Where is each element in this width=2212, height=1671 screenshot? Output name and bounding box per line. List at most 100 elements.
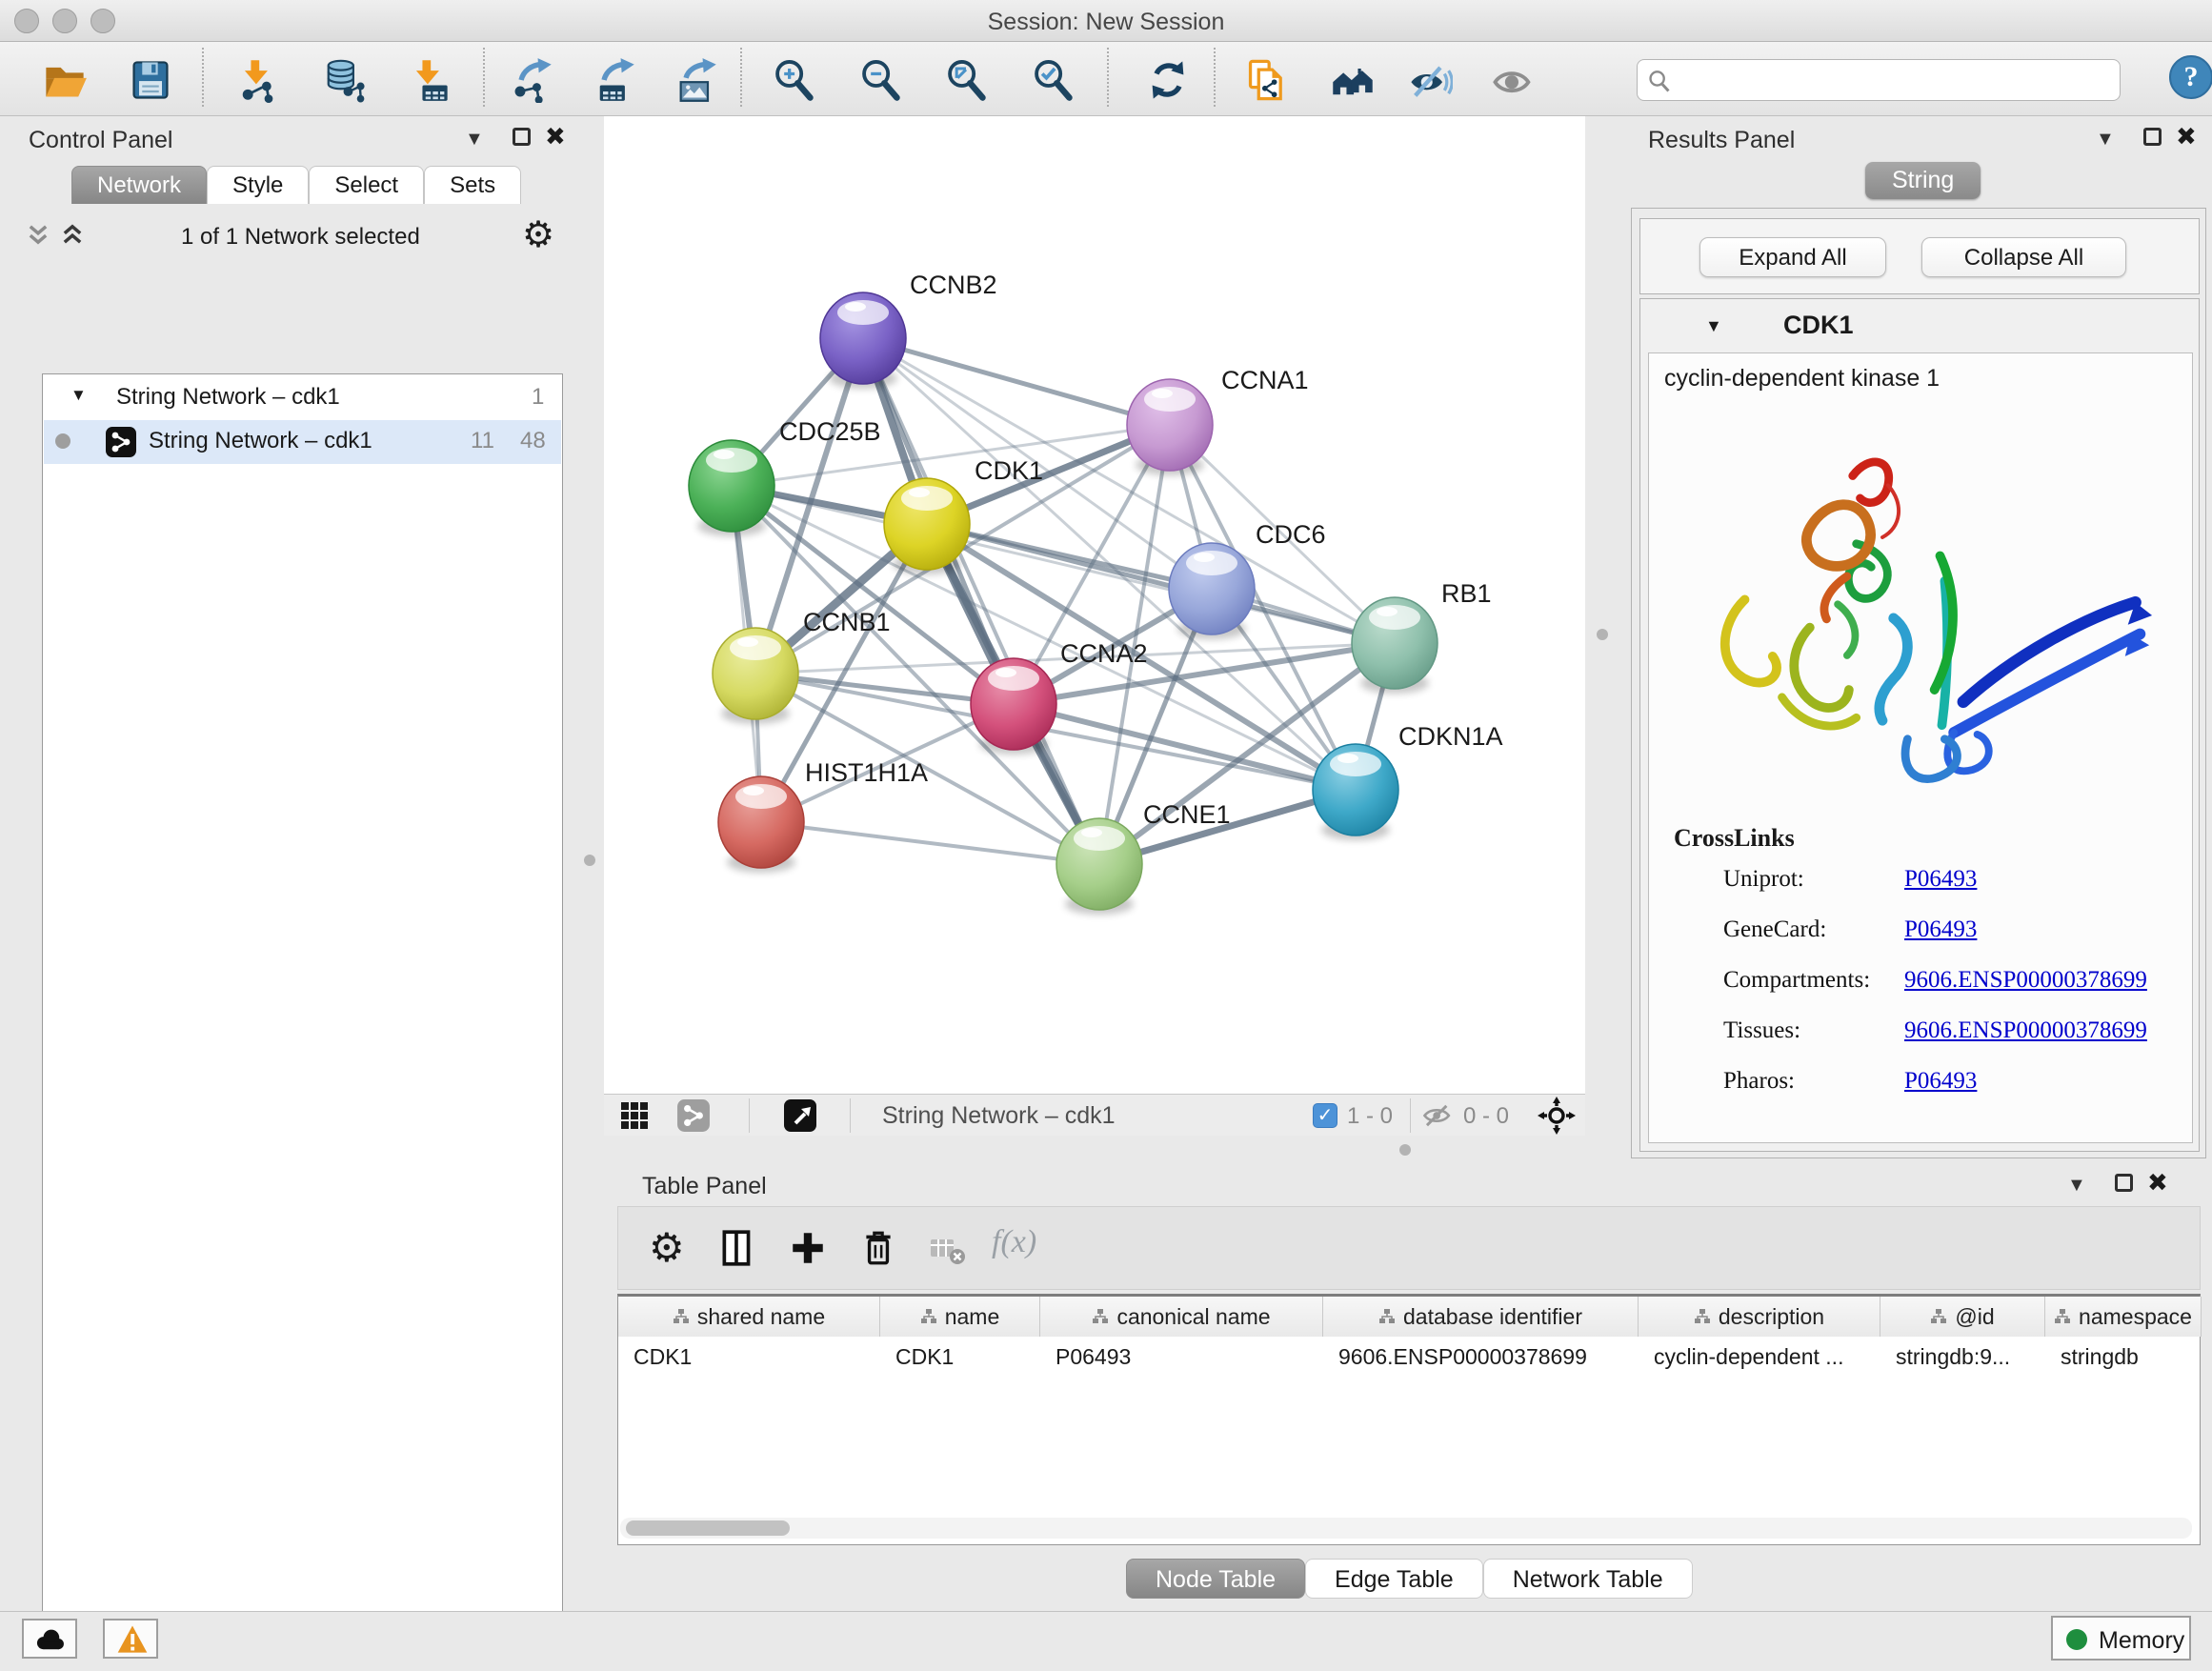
- table-row[interactable]: CDK1CDK1P064939606.ENSP00000378699cyclin…: [618, 1337, 2200, 1375]
- table-cell[interactable]: CDK1: [880, 1337, 1040, 1375]
- crosslink-value-link[interactable]: P06493: [1904, 1068, 1977, 1095]
- birdseye-view-icon[interactable]: [783, 1098, 817, 1133]
- right-splitter-handle[interactable]: [1597, 629, 1608, 640]
- node-HIST1H1A[interactable]: [718, 776, 819, 879]
- zoom-selected-button[interactable]: [1030, 57, 1076, 103]
- network-overview-icon[interactable]: [676, 1098, 711, 1133]
- show-columns-icon[interactable]: [717, 1228, 757, 1268]
- tab-string[interactable]: String: [1865, 162, 1981, 199]
- expand-all-icon[interactable]: [59, 221, 86, 248]
- export-image-button[interactable]: [674, 57, 719, 103]
- network-row[interactable]: String Network – cdk1 11 48: [44, 420, 561, 464]
- results-panel-float-button[interactable]: [2143, 128, 2162, 146]
- export-network-button[interactable]: [509, 57, 554, 103]
- node-CDK1[interactable]: [884, 478, 970, 574]
- crosslink-value-link[interactable]: P06493: [1904, 866, 1977, 893]
- network-options-gear-icon[interactable]: ⚙: [522, 213, 554, 256]
- network-canvas[interactable]: CCNB2CCNA1CDC25BCDK1CDC6RB1CCNB1CCNA2CDK…: [604, 116, 1585, 1094]
- zoom-out-button[interactable]: [857, 57, 903, 103]
- column-header-canonical-name[interactable]: canonical name: [1040, 1297, 1323, 1337]
- table-hscrollbar-track[interactable]: [620, 1518, 2192, 1539]
- zoom-in-button[interactable]: [771, 57, 816, 103]
- right-splitter[interactable]: [1585, 116, 1619, 1164]
- tab-network-table[interactable]: Network Table: [1483, 1559, 1693, 1599]
- tab-select[interactable]: Select: [309, 166, 424, 204]
- column-header-database-identifier[interactable]: database identifier: [1323, 1297, 1639, 1337]
- tab-node-table[interactable]: Node Table: [1126, 1559, 1305, 1599]
- zoom-fit-button[interactable]: [943, 57, 989, 103]
- horizontal-splitter[interactable]: [604, 1136, 1585, 1164]
- table-panel-menu-arrow[interactable]: ▼: [2067, 1175, 2086, 1197]
- control-panel-menu-arrow[interactable]: ▼: [465, 129, 484, 151]
- open-session-button[interactable]: [42, 57, 88, 103]
- save-session-button[interactable]: [128, 57, 173, 103]
- tab-network[interactable]: Network: [71, 166, 207, 204]
- node-CDC25B[interactable]: [689, 440, 774, 536]
- warnings-button[interactable]: [103, 1619, 158, 1659]
- search-input[interactable]: [1679, 62, 2113, 98]
- left-splitter-handle[interactable]: [584, 855, 595, 866]
- node-CDKN1A[interactable]: [1313, 744, 1398, 840]
- function-builder-icon[interactable]: f(x): [992, 1224, 1036, 1260]
- crosslink-value-link[interactable]: 9606.ENSP00000378699: [1904, 967, 2147, 994]
- table-cell[interactable]: P06493: [1040, 1337, 1323, 1375]
- network-collection-row[interactable]: ▼ String Network – cdk1 1: [44, 376, 561, 420]
- table-cell[interactable]: stringdb: [2045, 1337, 2202, 1375]
- results-panel-close-button[interactable]: ✖: [2176, 126, 2197, 147]
- node-CDC6[interactable]: [1169, 543, 1255, 639]
- table-options-gear-icon[interactable]: ⚙: [649, 1224, 685, 1271]
- table-panel-float-button[interactable]: [2115, 1174, 2133, 1192]
- table-panel-close-button[interactable]: ✖: [2147, 1172, 2168, 1193]
- column-header-name[interactable]: name: [880, 1297, 1040, 1337]
- table-cell[interactable]: stringdb:9...: [1880, 1337, 2045, 1375]
- table-hscrollbar-thumb[interactable]: [626, 1520, 790, 1536]
- fit-content-crosshair-icon[interactable]: [1538, 1097, 1576, 1135]
- node-CCNA1[interactable]: [1127, 379, 1213, 475]
- column-header-shared-name[interactable]: shared name: [618, 1297, 880, 1337]
- horizontal-splitter-handle[interactable]: [1399, 1144, 1411, 1156]
- export-image-icon: [674, 57, 719, 103]
- node-CCNB2[interactable]: [820, 292, 906, 389]
- cloud-status-button[interactable]: [22, 1619, 77, 1659]
- protein-collapse-arrow[interactable]: ▼: [1705, 316, 1722, 336]
- column-header-namespace[interactable]: namespace: [2045, 1297, 2202, 1337]
- tab-style[interactable]: Style: [207, 166, 309, 204]
- help-button[interactable]: ?: [2169, 55, 2212, 99]
- node-RB1[interactable]: [1346, 597, 1438, 694]
- home-networks-button[interactable]: [1330, 57, 1376, 103]
- import-network-file-button[interactable]: [234, 57, 280, 103]
- hide-selected-button[interactable]: [1407, 57, 1453, 103]
- control-panel-float-button[interactable]: [513, 128, 531, 146]
- export-table-button[interactable]: [592, 57, 637, 103]
- left-splitter[interactable]: [574, 116, 604, 1611]
- apply-layout-button[interactable]: [1145, 57, 1191, 103]
- import-table-button[interactable]: [406, 57, 452, 103]
- grid-view-icon[interactable]: [619, 1100, 650, 1131]
- memory-button[interactable]: Memory: [2051, 1616, 2191, 1661]
- edge-CCNE1-HIST1H1A[interactable]: [761, 822, 1099, 864]
- create-column-plus-icon[interactable]: [788, 1228, 828, 1268]
- import-network-database-button[interactable]: [320, 57, 366, 103]
- node-CCNE1[interactable]: [1056, 818, 1145, 915]
- expand-all-button[interactable]: Expand All: [1699, 237, 1886, 277]
- delete-column-trash-icon[interactable]: [858, 1228, 898, 1268]
- tab-sets[interactable]: Sets: [424, 166, 521, 204]
- control-panel-close-button[interactable]: ✖: [545, 126, 566, 147]
- selected-count-checkbox[interactable]: ✓: [1313, 1103, 1337, 1128]
- copy-network-button[interactable]: [1244, 57, 1290, 103]
- column-header-description[interactable]: description: [1639, 1297, 1880, 1337]
- table-cell[interactable]: cyclin-dependent ...: [1639, 1337, 1880, 1375]
- collapse-all-icon[interactable]: [25, 221, 51, 248]
- table-cell[interactable]: CDK1: [618, 1337, 880, 1375]
- collection-expand-arrow[interactable]: ▼: [70, 386, 87, 405]
- delete-table-icon[interactable]: [929, 1234, 967, 1266]
- collapse-all-button[interactable]: Collapse All: [1921, 237, 2126, 277]
- crosslink-value-link[interactable]: 9606.ENSP00000378699: [1904, 1017, 2147, 1044]
- node-CCNB1[interactable]: [713, 628, 798, 724]
- show-all-button[interactable]: [1490, 57, 1536, 103]
- results-panel-menu-arrow[interactable]: ▼: [2096, 129, 2115, 151]
- tab-edge-table[interactable]: Edge Table: [1305, 1559, 1483, 1599]
- column-header--id[interactable]: @id: [1880, 1297, 2045, 1337]
- table-cell[interactable]: 9606.ENSP00000378699: [1323, 1337, 1639, 1375]
- crosslink-value-link[interactable]: P06493: [1904, 916, 1977, 943]
